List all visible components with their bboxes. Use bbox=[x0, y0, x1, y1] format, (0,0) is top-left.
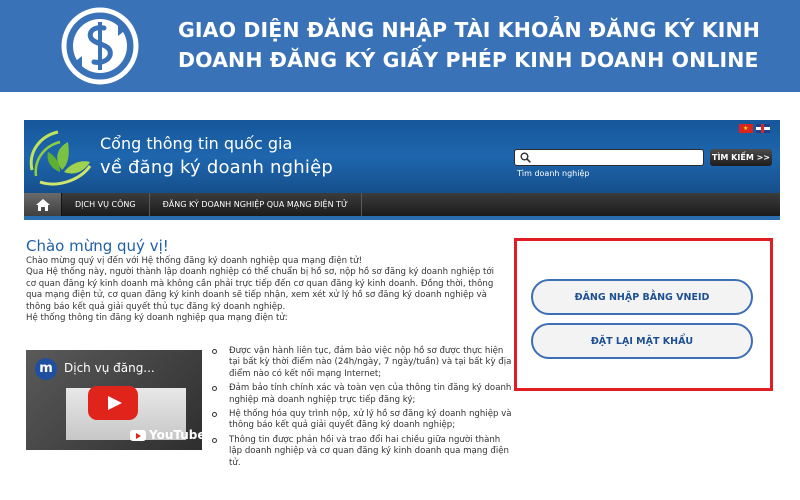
bullet-icon bbox=[212, 437, 217, 443]
youtube-wordmark: YouTube bbox=[149, 428, 202, 442]
login-panel: ĐĂNG NHẬP BẰNG VNEID ĐẶT LẠI MẬT KHẨU bbox=[514, 238, 773, 391]
list-item-text: Được vận hành liên tục, đảm bảo việc nộp… bbox=[229, 346, 512, 379]
nav-divider bbox=[24, 216, 780, 220]
list-item: Được vận hành liên tục, đảm bảo việc nộp… bbox=[212, 346, 512, 380]
list-item: Đảm bảo tính chính xác và toàn vẹn của t… bbox=[212, 383, 512, 406]
video-title[interactable]: Dịch vụ đăng... bbox=[64, 361, 155, 375]
youtube-icon bbox=[130, 429, 146, 441]
reset-password-button[interactable]: ĐẶT LẠI MẬT KHẨU bbox=[531, 323, 753, 359]
article-title-line-1: GIAO DIỆN ĐĂNG NHẬP TÀI KHOẢN ĐĂNG KÝ KI… bbox=[178, 18, 761, 42]
intro-paragraph: Chào mừng quý vị đến với Hệ thống đăng k… bbox=[26, 256, 363, 266]
uk-flag-icon[interactable] bbox=[756, 124, 770, 133]
list-item-text: Hệ thống hóa quy trình nộp, xử lý hồ sơ … bbox=[229, 409, 512, 431]
leaf-swirl-icon bbox=[29, 130, 92, 186]
main-nav: DỊCH VỤ CÔNG ĐĂNG KÝ DOANH NGHIỆP QUA MẠ… bbox=[24, 193, 780, 216]
search-button[interactable]: TÌM KIẾM >> bbox=[710, 149, 772, 166]
video-embed[interactable]: m Dịch vụ đăng... YouTube bbox=[26, 350, 202, 450]
bullet-icon bbox=[212, 412, 217, 418]
intro-paragraph: Qua Hệ thống này, người thành lập doanh … bbox=[26, 267, 495, 312]
language-switcher bbox=[739, 124, 770, 133]
vneid-login-button[interactable]: ĐĂNG NHẬP BẰNG VNEID bbox=[531, 279, 753, 315]
list-item-text: Đảm bảo tính chính xác và toàn vẹn của t… bbox=[229, 383, 512, 405]
nav-item-online-registration[interactable]: ĐĂNG KÝ DOANH NGHIỆP QUA MẠNG ĐIỆN TỬ bbox=[150, 193, 362, 216]
youtube-logo[interactable]: YouTube bbox=[130, 428, 202, 442]
channel-avatar: m bbox=[35, 358, 57, 380]
article-banner: GIAO DIỆN ĐĂNG NHẬP TÀI KHOẢN ĐĂNG KÝ KI… bbox=[0, 0, 800, 92]
site-header: Cổng thông tin quốc gia về đăng ký doanh… bbox=[24, 120, 780, 193]
search-icon bbox=[520, 152, 531, 163]
portal-title-line-1: Cổng thông tin quốc gia bbox=[100, 134, 293, 153]
bullet-icon bbox=[212, 349, 217, 354]
feature-list: Được vận hành liên tục, đảm bảo việc nộp… bbox=[212, 346, 512, 472]
nav-home[interactable] bbox=[24, 193, 62, 216]
home-icon bbox=[35, 198, 50, 211]
portal-title-line-2: về đăng ký doanh nghiệp bbox=[100, 157, 333, 178]
intro-text: Chào mừng quý vị đến với Hệ thống đăng k… bbox=[26, 256, 506, 324]
intro-paragraph: Hệ thống thông tin đăng ký doanh nghiệp … bbox=[26, 313, 288, 324]
list-item-text: Thông tin được phản hồi và trao đổi hai … bbox=[229, 434, 509, 468]
dollar-coin-icon bbox=[61, 7, 139, 85]
article-title-line-2: DOANH ĐĂNG KÝ GIẤY PHÉP KINH DOANH ONLIN… bbox=[178, 48, 759, 72]
article-title: GIAO DIỆN ĐĂNG NHẬP TÀI KHOẢN ĐĂNG KÝ KI… bbox=[178, 15, 798, 75]
list-item: Hệ thống hóa quy trình nộp, xử lý hồ sơ … bbox=[212, 409, 512, 432]
bullet-icon bbox=[212, 386, 217, 392]
portal-screenshot: Cổng thông tin quốc gia về đăng ký doanh… bbox=[24, 120, 780, 500]
nav-item-public-services[interactable]: DỊCH VỤ CÔNG bbox=[62, 193, 150, 216]
vietnam-flag-icon[interactable] bbox=[739, 124, 753, 133]
find-business-link[interactable]: Tìm doanh nghiệp bbox=[517, 169, 589, 178]
list-item: Thông tin được phản hồi và trao đổi hai … bbox=[212, 435, 512, 469]
play-icon[interactable] bbox=[88, 386, 138, 420]
welcome-heading: Chào mừng quý vị! bbox=[26, 237, 169, 255]
search-input[interactable] bbox=[514, 149, 704, 166]
